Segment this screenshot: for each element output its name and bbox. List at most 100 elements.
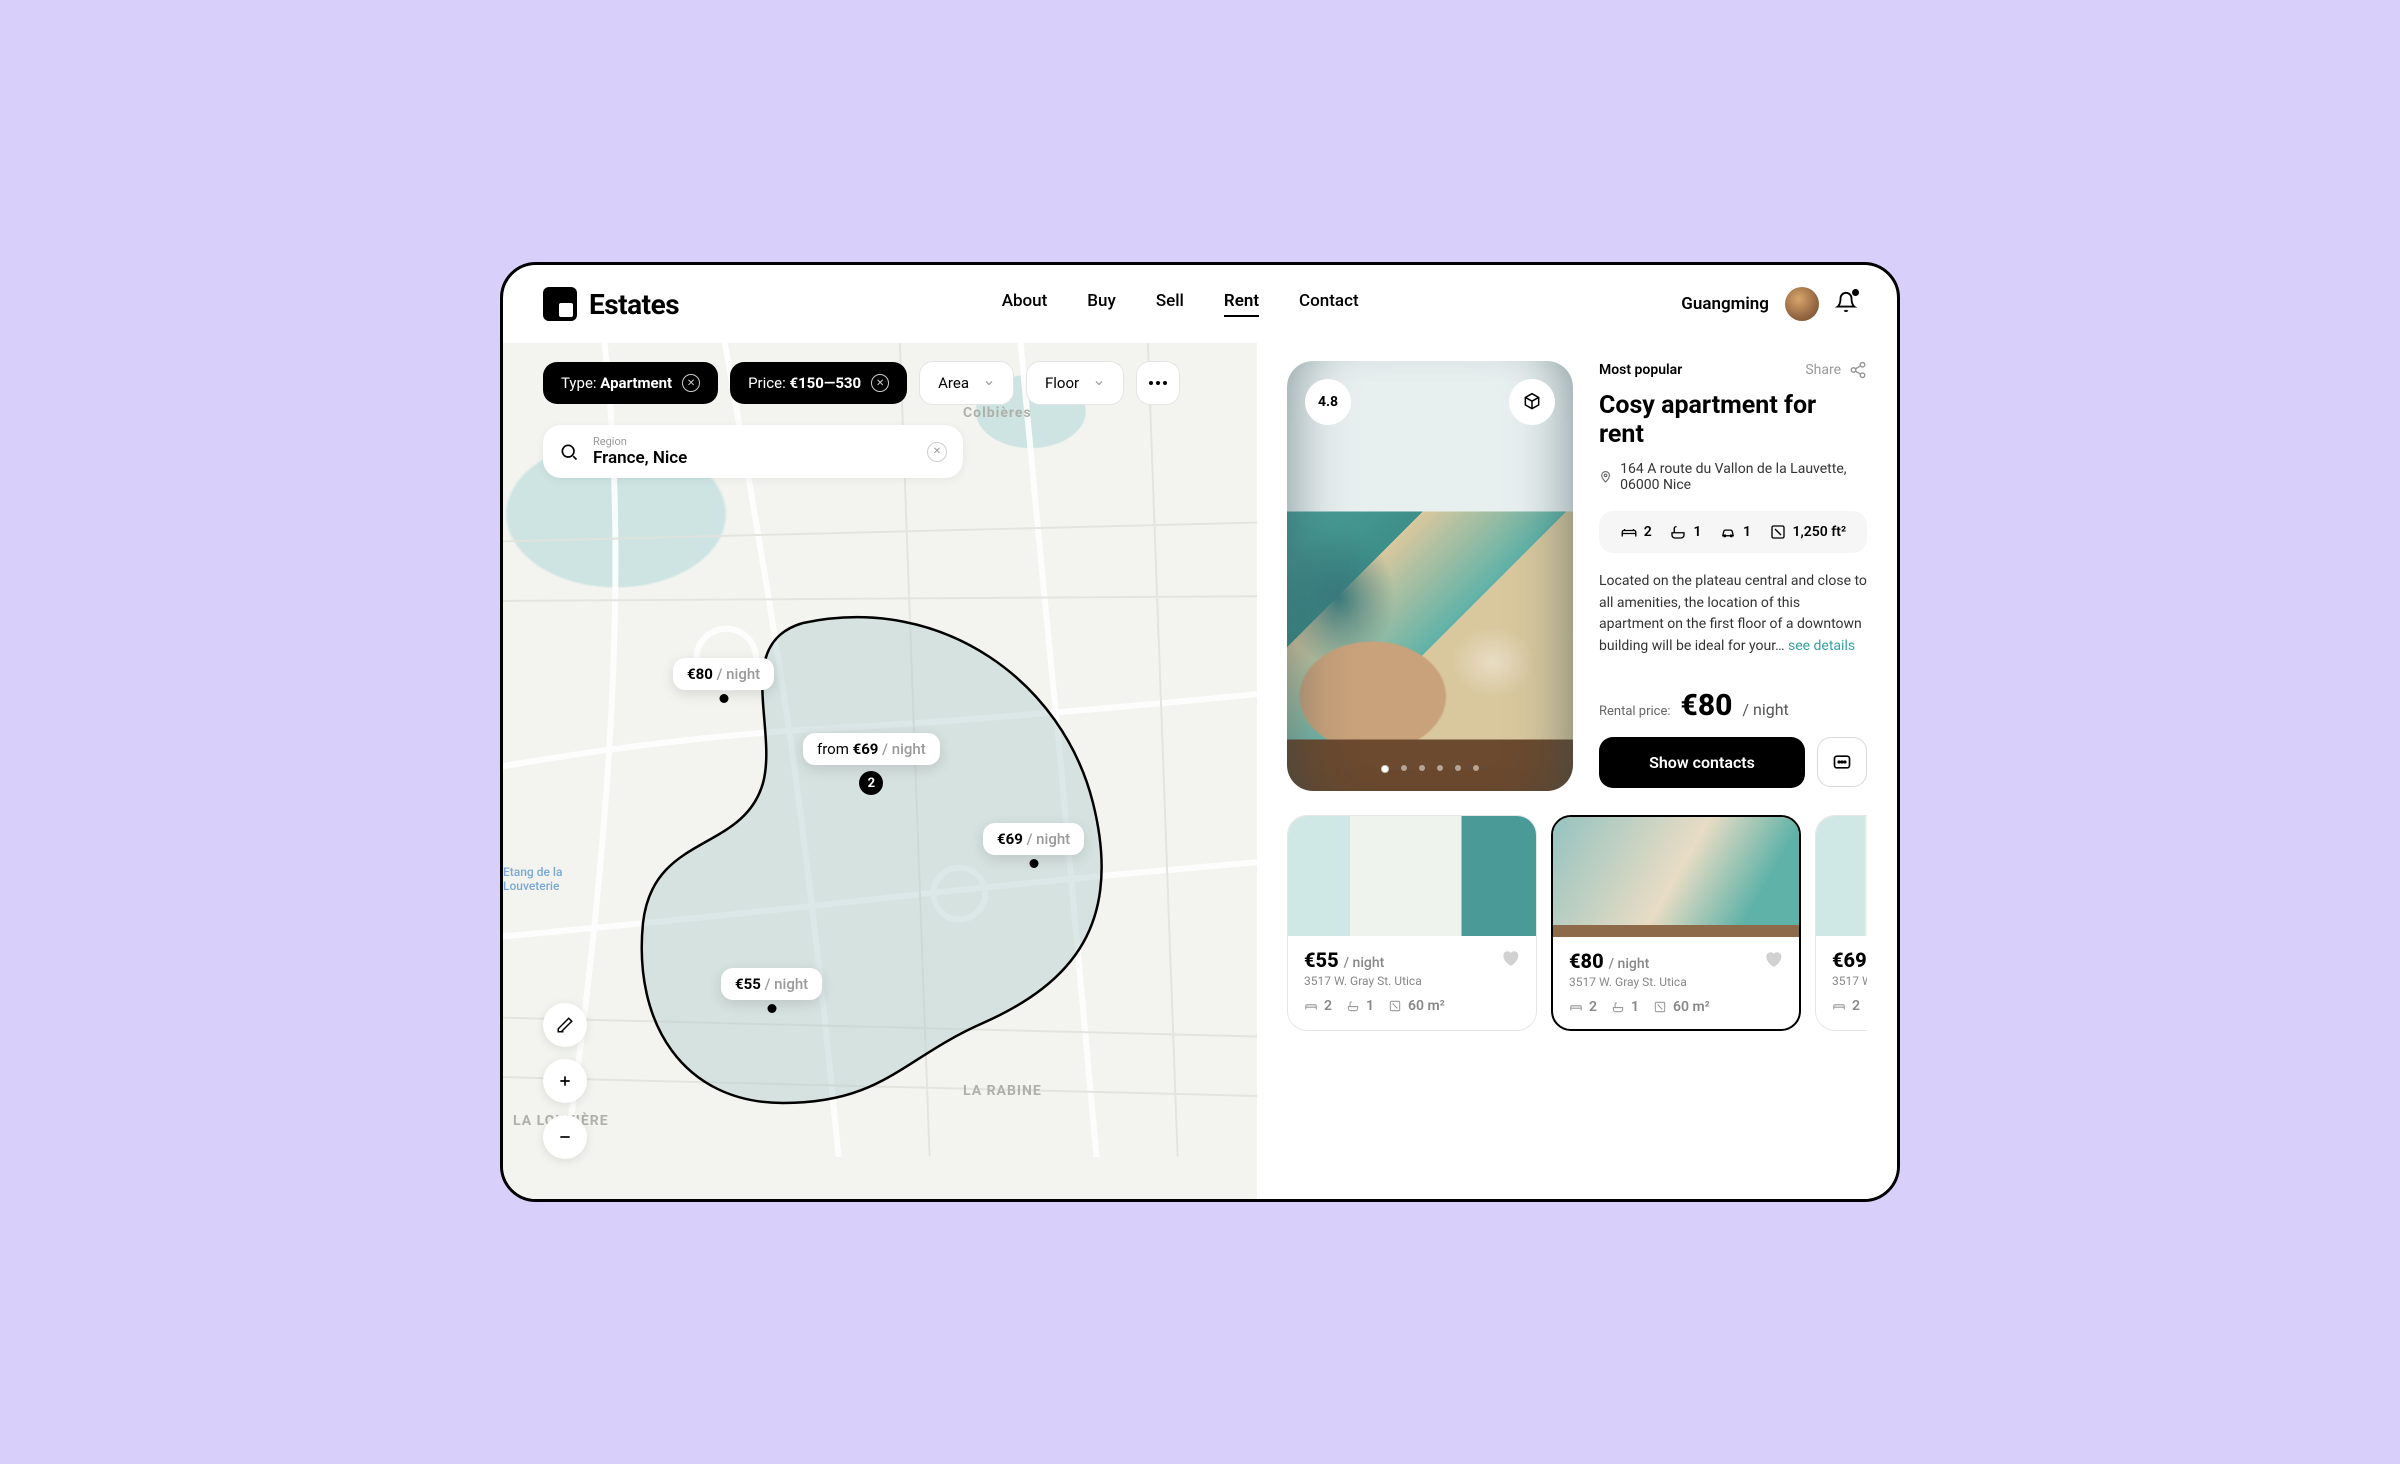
card-specs: 2160 m² [1832,998,1867,1014]
map[interactable]: Colbières LA RABINE LA LOUVIÈRE Etang de… [503,343,1257,1199]
map-tools [543,1003,587,1159]
region-label: Region [593,435,913,448]
logo[interactable]: Estates [543,287,679,321]
chevron-down-icon [1093,377,1105,389]
nav-contact[interactable]: Contact [1299,291,1359,317]
heart-icon [1763,949,1783,969]
app-window: Estates About Buy Sell Rent Contact Guan… [500,262,1900,1202]
filter-type-chip[interactable]: Type: Apartment ✕ [543,362,718,404]
bed-icon [1620,523,1638,541]
filter-price-chip[interactable]: Price: €150—530 ✕ [730,362,907,404]
card-price: €80 / night [1569,949,1649,973]
zoom-out-button[interactable] [543,1115,587,1159]
card-price: €69 / night [1832,948,1867,972]
pin-dot [767,1004,776,1013]
cube-icon [1522,392,1542,412]
region-value: France, Nice [593,448,913,468]
pin-cluster-count: 2 [859,771,883,795]
see-details-link[interactable]: see details [1788,638,1855,654]
spec-cars: 1 [1719,523,1751,541]
more-filters-button[interactable] [1136,361,1180,405]
card-price: €55 / night [1304,948,1384,972]
message-button[interactable] [1817,737,1867,787]
pin-dot [719,694,728,703]
zoom-in-button[interactable] [543,1059,587,1103]
body: Colbières LA RABINE LA LOUVIÈRE Etang de… [503,343,1897,1199]
nav-buy[interactable]: Buy [1087,291,1116,317]
listing-card[interactable]: €69 / night 3517 W. Gray St. Utica 2160 m² [1815,815,1867,1031]
share-icon [1849,361,1867,379]
bath-icon [1669,523,1687,541]
map-label: Etang de la Louveterie [503,865,562,893]
listing-card[interactable]: €80 / night3517 W. Gray St. Utica2160 m² [1551,815,1801,1031]
region-search[interactable]: Region France, Nice ✕ [543,425,963,478]
map-price-pin[interactable]: €55 / night [721,968,822,1000]
message-icon [1832,752,1852,772]
detail-info: Most popular Share Cosy apartment for re… [1599,361,1867,791]
close-icon[interactable]: ✕ [871,374,889,392]
chevron-down-icon [983,377,995,389]
nav-rent[interactable]: Rent [1224,291,1259,317]
filter-area-dropdown[interactable]: Area [919,361,1014,405]
card-specs: 2160 m² [1569,999,1783,1015]
nav-sell[interactable]: Sell [1156,291,1184,317]
card-specs: 2160 m² [1304,998,1520,1014]
brand-name: Estates [589,288,679,321]
dots-icon [1149,381,1167,385]
header: Estates About Buy Sell Rent Contact Guan… [503,265,1897,343]
region-field: Region France, Nice [593,435,913,468]
car-icon [1719,523,1737,541]
plus-icon [557,1073,573,1089]
show-contacts-button[interactable]: Show contacts [1599,737,1805,788]
draw-region-button[interactable] [543,1003,587,1047]
spec-bar: 2 1 1 1,250 ft² [1599,511,1867,553]
map-price-pin[interactable]: from €69 / night2 [803,733,940,765]
listing-address: 164 A route du Vallon de la Lauvette, 06… [1599,461,1867,493]
share-button[interactable]: Share [1805,361,1867,379]
card-image [1288,816,1536,936]
favorite-button[interactable] [1500,948,1520,972]
card-address: 3517 W. Gray St. Utica [1832,974,1867,988]
notification-dot [1852,289,1859,296]
heart-icon [1500,948,1520,968]
listing-description: Located on the plateau central and close… [1599,571,1867,658]
pin-dot [1029,859,1038,868]
spec-beds: 2 [1620,523,1652,541]
price-amount: €80 [1681,688,1733,723]
price-row: Rental price: €80 / night [1599,688,1867,723]
favorite-button[interactable] [1763,949,1783,973]
listing-title: Cosy apartment for rent [1599,391,1867,449]
carousel-dots[interactable] [1381,765,1479,773]
logo-icon [543,287,577,321]
minus-icon [557,1129,573,1145]
rating-badge: 4.8 [1305,379,1351,425]
listing-card-strip[interactable]: €55 / night 3517 W. Gray St. Utica 2160 m²… [1287,815,1867,1031]
pin-icon [1599,469,1612,485]
main-nav: About Buy Sell Rent Contact [1002,291,1359,317]
user-name: Guangming [1681,294,1769,314]
listing-card[interactable]: €55 / night 3517 W. Gray St. Utica 2160 m² [1287,815,1537,1031]
user-area: Guangming [1681,287,1857,321]
clear-region-button[interactable]: ✕ [927,442,947,462]
card-address: 3517 W. Gray St. Utica [1304,974,1520,988]
hero-image[interactable]: 4.8 [1287,361,1573,791]
pencil-icon [556,1016,574,1034]
search-icon [559,442,579,462]
map-price-pin[interactable]: €80 / night [673,658,774,690]
map-price-pin[interactable]: €69 / night [983,823,1084,855]
spec-baths: 1 [1669,523,1701,541]
area-icon [1769,523,1787,541]
nav-about[interactable]: About [1002,291,1048,317]
avatar[interactable] [1785,287,1819,321]
card-image [1816,816,1867,936]
detail-top: 4.8 Most popular Share [1287,361,1867,791]
map-label: Colbières [963,405,1032,421]
notifications-button[interactable] [1835,291,1857,317]
close-icon[interactable]: ✕ [682,374,700,392]
3d-view-button[interactable] [1509,379,1555,425]
detail-pane: 4.8 Most popular Share [1257,343,1897,1199]
filter-floor-dropdown[interactable]: Floor [1026,361,1124,405]
popular-tag: Most popular [1599,362,1682,378]
filter-row: Type: Apartment ✕ Price: €150—530 ✕ Area… [543,361,1180,405]
card-image [1553,817,1799,937]
